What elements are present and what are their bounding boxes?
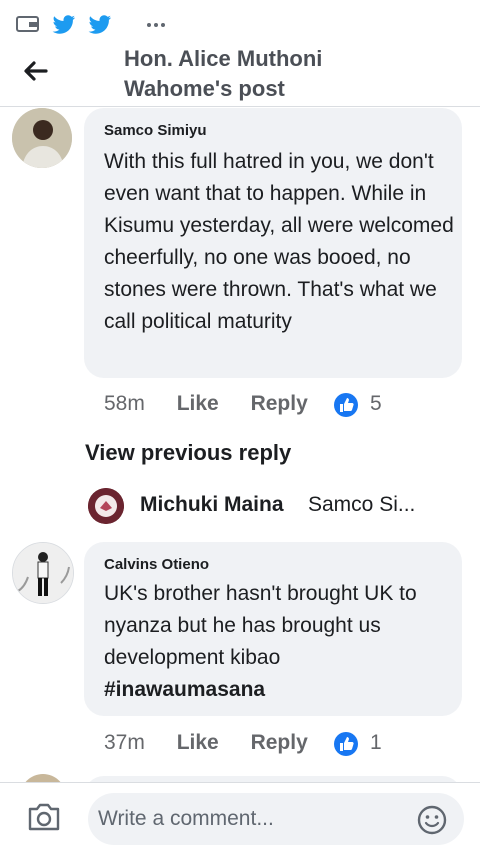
comment-author[interactable]: Calvins Otieno xyxy=(104,556,209,573)
reply-preview[interactable]: Michuki Maina Samco Si... xyxy=(88,486,468,526)
reply-button[interactable]: Reply xyxy=(251,731,308,754)
avatar[interactable] xyxy=(12,108,72,168)
comment-text: With this full hatred in you, we don't e… xyxy=(104,150,454,333)
view-previous-reply-link[interactable]: View previous reply xyxy=(85,440,291,466)
like-reaction-icon xyxy=(334,732,358,756)
like-button[interactable]: Like xyxy=(177,731,219,754)
comment-composer-bar: Write a comment... xyxy=(0,782,480,855)
reply-author: Michuki Maina xyxy=(140,493,284,516)
comment-hashtag[interactable]: #inawaumasana xyxy=(104,674,454,706)
comment-author[interactable]: Samco Simiyu xyxy=(104,122,207,139)
comment-actions: 58m Like Reply xyxy=(104,392,308,416)
page-title-line-2: Wahome's post xyxy=(124,76,285,101)
camera-icon[interactable] xyxy=(26,801,62,833)
reaction-count: 1 xyxy=(370,731,382,754)
comment-input[interactable]: Write a comment... xyxy=(88,793,464,845)
status-bar xyxy=(0,0,480,45)
comment-time: 37m xyxy=(104,731,145,754)
comment-bubble: Samco Simiyu With this full hatred in yo… xyxy=(84,108,462,378)
reply-snippet: Samco Si... xyxy=(308,493,416,516)
page-title: Hon. Alice Muthoni Wahome's post xyxy=(124,44,322,104)
page-title-line-1: Hon. Alice Muthoni xyxy=(124,46,323,71)
user-photo-icon xyxy=(13,543,73,603)
like-button[interactable]: Like xyxy=(177,392,219,415)
more-notifications-icon xyxy=(147,23,165,27)
back-arrow-icon[interactable] xyxy=(20,56,50,86)
comment-bubble: Calvins Otieno UK's brother hasn't broug… xyxy=(84,542,462,716)
comment-actions: 37m Like Reply xyxy=(104,731,308,755)
twitter-icon xyxy=(88,15,111,34)
emoji-icon[interactable] xyxy=(416,804,448,836)
comment-text: UK's brother hasn't brought UK to nyanza… xyxy=(104,582,417,669)
reaction-count: 5 xyxy=(370,392,382,415)
like-reaction-icon xyxy=(334,393,358,417)
reply-button[interactable]: Reply xyxy=(251,392,308,415)
comment-time: 58m xyxy=(104,392,145,415)
avatar[interactable] xyxy=(12,542,74,604)
wallet-icon xyxy=(16,16,39,32)
twitter-icon xyxy=(52,15,75,34)
comment-input-placeholder: Write a comment... xyxy=(98,807,274,830)
post-header: Hon. Alice Muthoni Wahome's post xyxy=(0,44,480,107)
avatar xyxy=(88,488,124,524)
user-photo-icon xyxy=(12,108,72,168)
user-photo-icon xyxy=(88,488,124,524)
